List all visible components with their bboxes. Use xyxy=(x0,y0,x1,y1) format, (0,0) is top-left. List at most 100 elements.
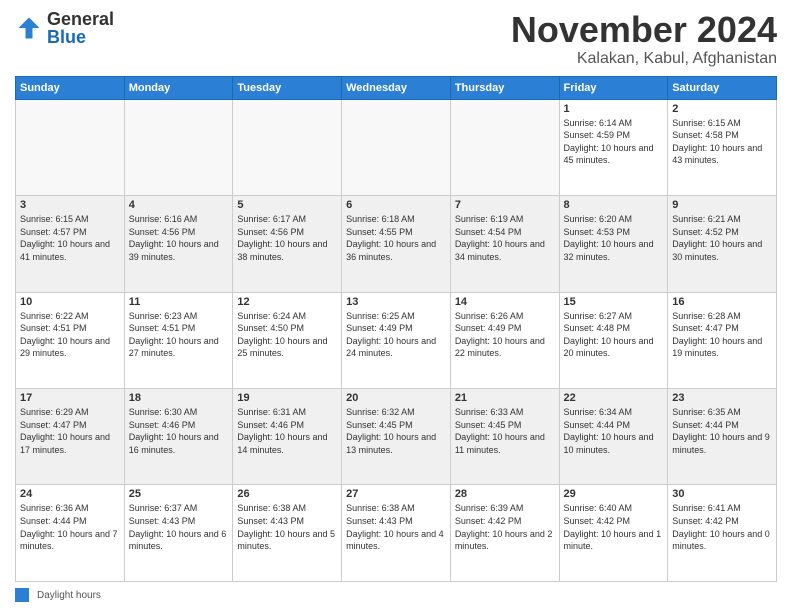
day-number: 3 xyxy=(20,199,120,211)
table-row: 8 Sunrise: 6:20 AM Sunset: 4:53 PM Daylig… xyxy=(559,196,668,292)
day-number: 1 xyxy=(564,103,664,115)
col-saturday: Saturday xyxy=(668,76,777,99)
table-row: 10 Sunrise: 6:22 AM Sunset: 4:51 PM Dayli… xyxy=(16,292,125,388)
day-number: 4 xyxy=(129,199,229,211)
day-number: 17 xyxy=(20,392,120,404)
day-detail: Sunrise: 6:22 AM Sunset: 4:51 PM Dayligh… xyxy=(20,310,120,360)
table-row: 18 Sunrise: 6:30 AM Sunset: 4:46 PM Dayli… xyxy=(124,389,233,485)
calendar-week-row: 17 Sunrise: 6:29 AM Sunset: 4:47 PM Dayli… xyxy=(16,389,777,485)
table-row xyxy=(124,99,233,195)
day-detail: Sunrise: 6:26 AM Sunset: 4:49 PM Dayligh… xyxy=(455,310,555,360)
page: General Blue November 2024 Kalakan, Kabu… xyxy=(0,0,792,612)
table-row: 7 Sunrise: 6:19 AM Sunset: 4:54 PM Daylig… xyxy=(450,196,559,292)
day-number: 23 xyxy=(672,392,772,404)
day-number: 29 xyxy=(564,488,664,500)
day-detail: Sunrise: 6:29 AM Sunset: 4:47 PM Dayligh… xyxy=(20,406,120,456)
day-number: 22 xyxy=(564,392,664,404)
day-number: 30 xyxy=(672,488,772,500)
table-row xyxy=(342,99,451,195)
day-detail: Sunrise: 6:33 AM Sunset: 4:45 PM Dayligh… xyxy=(455,406,555,456)
day-detail: Sunrise: 6:17 AM Sunset: 4:56 PM Dayligh… xyxy=(237,213,337,263)
location: Kalakan, Kabul, Afghanistan xyxy=(511,50,777,68)
table-row: 20Sunrise: 6:32 AM Sunset: 4:45 PM Dayli… xyxy=(342,389,451,485)
day-number: 26 xyxy=(237,488,337,500)
day-detail: Sunrise: 6:15 AM Sunset: 4:58 PM Dayligh… xyxy=(672,117,772,167)
table-row xyxy=(16,99,125,195)
col-tuesday: Tuesday xyxy=(233,76,342,99)
table-row: 13Sunrise: 6:25 AM Sunset: 4:49 PM Dayli… xyxy=(342,292,451,388)
table-row: 5 Sunrise: 6:17 AM Sunset: 4:56 PM Daylig… xyxy=(233,196,342,292)
table-row: 25 Sunrise: 6:37 AM Sunset: 4:43 PM Dayli… xyxy=(124,485,233,582)
table-row: 15Sunrise: 6:27 AM Sunset: 4:48 PM Dayli… xyxy=(559,292,668,388)
table-row: 24 Sunrise: 6:36 AM Sunset: 4:44 PM Dayli… xyxy=(16,485,125,582)
table-row: 30 Sunrise: 6:41 AM Sunset: 4:42 PM Dayli… xyxy=(668,485,777,582)
day-number: 21 xyxy=(455,392,555,404)
table-row: 4 Sunrise: 6:16 AM Sunset: 4:56 PM Daylig… xyxy=(124,196,233,292)
title-block: November 2024 Kalakan, Kabul, Afghanista… xyxy=(511,10,777,68)
table-row: 23Sunrise: 6:35 AM Sunset: 4:44 PM Dayli… xyxy=(668,389,777,485)
day-detail: Sunrise: 6:30 AM Sunset: 4:46 PM Dayligh… xyxy=(129,406,229,456)
day-number: 11 xyxy=(129,296,229,308)
day-number: 24 xyxy=(20,488,120,500)
day-number: 16 xyxy=(672,296,772,308)
day-number: 9 xyxy=(672,199,772,211)
day-detail: Sunrise: 6:24 AM Sunset: 4:50 PM Dayligh… xyxy=(237,310,337,360)
day-detail: Sunrise: 6:36 AM Sunset: 4:44 PM Dayligh… xyxy=(20,502,120,552)
day-number: 28 xyxy=(455,488,555,500)
day-detail: Sunrise: 6:37 AM Sunset: 4:43 PM Dayligh… xyxy=(129,502,229,552)
calendar-week-row: 3 Sunrise: 6:15 AM Sunset: 4:57 PM Daylig… xyxy=(16,196,777,292)
col-thursday: Thursday xyxy=(450,76,559,99)
day-detail: Sunrise: 6:38 AM Sunset: 4:43 PM Dayligh… xyxy=(237,502,337,552)
table-row: 26 Sunrise: 6:38 AM Sunset: 4:43 PM Dayli… xyxy=(233,485,342,582)
day-detail: Sunrise: 6:15 AM Sunset: 4:57 PM Dayligh… xyxy=(20,213,120,263)
day-number: 6 xyxy=(346,199,446,211)
logo-blue: Blue xyxy=(47,27,86,47)
day-detail: Sunrise: 6:18 AM Sunset: 4:55 PM Dayligh… xyxy=(346,213,446,263)
day-number: 10 xyxy=(20,296,120,308)
day-number: 12 xyxy=(237,296,337,308)
table-row: 6 Sunrise: 6:18 AM Sunset: 4:55 PM Daylig… xyxy=(342,196,451,292)
day-number: 27 xyxy=(346,488,446,500)
day-number: 15 xyxy=(564,296,664,308)
day-number: 2 xyxy=(672,103,772,115)
day-detail: Sunrise: 6:34 AM Sunset: 4:44 PM Dayligh… xyxy=(564,406,664,456)
day-detail: Sunrise: 6:28 AM Sunset: 4:47 PM Dayligh… xyxy=(672,310,772,360)
day-detail: Sunrise: 6:41 AM Sunset: 4:42 PM Dayligh… xyxy=(672,502,772,552)
legend-box xyxy=(15,588,29,602)
legend-label: Daylight hours xyxy=(37,590,101,601)
day-number: 20 xyxy=(346,392,446,404)
table-row: 27 Sunrise: 6:38 AM Sunset: 4:43 PM Dayli… xyxy=(342,485,451,582)
logo: General Blue xyxy=(15,10,114,46)
table-row: 17 Sunrise: 6:29 AM Sunset: 4:47 PM Dayli… xyxy=(16,389,125,485)
col-monday: Monday xyxy=(124,76,233,99)
day-detail: Sunrise: 6:20 AM Sunset: 4:53 PM Dayligh… xyxy=(564,213,664,263)
logo-text: General Blue xyxy=(47,10,114,46)
month-title: November 2024 xyxy=(511,10,777,50)
day-number: 5 xyxy=(237,199,337,211)
calendar-week-row: 10 Sunrise: 6:22 AM Sunset: 4:51 PM Dayli… xyxy=(16,292,777,388)
table-row: 19Sunrise: 6:31 AM Sunset: 4:46 PM Dayli… xyxy=(233,389,342,485)
day-number: 13 xyxy=(346,296,446,308)
calendar-week-row: 24 Sunrise: 6:36 AM Sunset: 4:44 PM Dayli… xyxy=(16,485,777,582)
day-detail: Sunrise: 6:21 AM Sunset: 4:52 PM Dayligh… xyxy=(672,213,772,263)
table-row: 12 Sunrise: 6:24 AM Sunset: 4:50 PM Dayli… xyxy=(233,292,342,388)
logo-general: General xyxy=(47,9,114,29)
col-friday: Friday xyxy=(559,76,668,99)
day-detail: Sunrise: 6:39 AM Sunset: 4:42 PM Dayligh… xyxy=(455,502,555,552)
day-number: 18 xyxy=(129,392,229,404)
col-wednesday: Wednesday xyxy=(342,76,451,99)
day-number: 7 xyxy=(455,199,555,211)
table-row: 29 Sunrise: 6:40 AM Sunset: 4:42 PM Dayli… xyxy=(559,485,668,582)
table-row: 11Sunrise: 6:23 AM Sunset: 4:51 PM Dayli… xyxy=(124,292,233,388)
day-detail: Sunrise: 6:16 AM Sunset: 4:56 PM Dayligh… xyxy=(129,213,229,263)
day-number: 8 xyxy=(564,199,664,211)
day-number: 25 xyxy=(129,488,229,500)
day-detail: Sunrise: 6:38 AM Sunset: 4:43 PM Dayligh… xyxy=(346,502,446,552)
day-detail: Sunrise: 6:31 AM Sunset: 4:46 PM Dayligh… xyxy=(237,406,337,456)
day-detail: Sunrise: 6:14 AM Sunset: 4:59 PM Dayligh… xyxy=(564,117,664,167)
table-row: 28 Sunrise: 6:39 AM Sunset: 4:42 PM Dayli… xyxy=(450,485,559,582)
table-row: 1 Sunrise: 6:14 AM Sunset: 4:59 PM Daylig… xyxy=(559,99,668,195)
day-detail: Sunrise: 6:19 AM Sunset: 4:54 PM Dayligh… xyxy=(455,213,555,263)
day-detail: Sunrise: 6:40 AM Sunset: 4:42 PM Dayligh… xyxy=(564,502,664,552)
calendar-week-row: 1 Sunrise: 6:14 AM Sunset: 4:59 PM Daylig… xyxy=(16,99,777,195)
